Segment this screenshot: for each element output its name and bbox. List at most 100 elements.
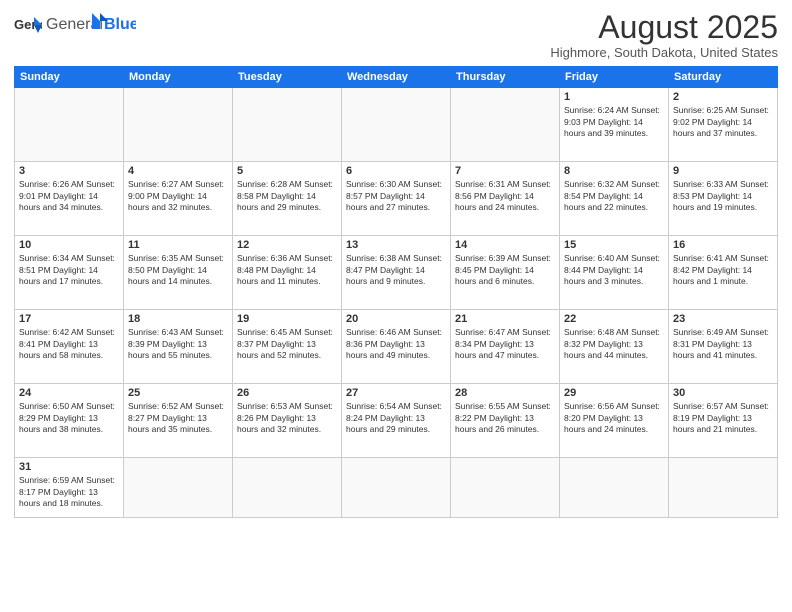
day-info: Sunrise: 6:40 AM Sunset: 8:44 PM Dayligh… bbox=[564, 253, 664, 287]
day-info: Sunrise: 6:26 AM Sunset: 9:01 PM Dayligh… bbox=[19, 179, 119, 213]
table-row: 24Sunrise: 6:50 AM Sunset: 8:29 PM Dayli… bbox=[15, 384, 124, 458]
table-row: 7 Sunrise: 6:31 AM Sunset: 8:56 PM Daylig… bbox=[451, 162, 560, 236]
day-info: Sunrise: 6:36 AM Sunset: 8:48 PM Dayligh… bbox=[237, 253, 337, 287]
table-row bbox=[124, 88, 233, 162]
col-saturday: Saturday bbox=[669, 67, 778, 88]
table-row: 5Sunrise: 6:28 AM Sunset: 8:58 PM Daylig… bbox=[233, 162, 342, 236]
day-info: Sunrise: 6:30 AM Sunset: 8:57 PM Dayligh… bbox=[346, 179, 446, 213]
day-info: Sunrise: 6:47 AM Sunset: 8:34 PM Dayligh… bbox=[455, 327, 555, 361]
day-info: Sunrise: 6:43 AM Sunset: 8:39 PM Dayligh… bbox=[128, 327, 228, 361]
table-row bbox=[233, 458, 342, 518]
table-row: 14 Sunrise: 6:39 AM Sunset: 8:45 PM Dayli… bbox=[451, 236, 560, 310]
table-row: 10 Sunrise: 6:34 AM Sunset: 8:51 PM Dayli… bbox=[15, 236, 124, 310]
day-number: 7 bbox=[455, 165, 555, 177]
table-row bbox=[669, 458, 778, 518]
day-info: Sunrise: 6:49 AM Sunset: 8:31 PM Dayligh… bbox=[673, 327, 773, 361]
table-row: 25 Sunrise: 6:52 AM Sunset: 8:27 PM Dayli… bbox=[124, 384, 233, 458]
day-number: 6 bbox=[346, 165, 446, 177]
day-number: 10 bbox=[19, 239, 119, 251]
day-number: 13 bbox=[346, 239, 446, 251]
day-number: 2 bbox=[673, 91, 773, 103]
table-row: 20 Sunrise: 6:46 AM Sunset: 8:36 PM Dayli… bbox=[342, 310, 451, 384]
day-info: Sunrise: 6:31 AM Sunset: 8:56 PM Dayligh… bbox=[455, 179, 555, 213]
table-row: 28Sunrise: 6:55 AM Sunset: 8:22 PM Dayli… bbox=[451, 384, 560, 458]
table-row: 26 Sunrise: 6:53 AM Sunset: 8:26 PM Dayli… bbox=[233, 384, 342, 458]
col-sunday: Sunday bbox=[15, 67, 124, 88]
table-row: 11 Sunrise: 6:35 AM Sunset: 8:50 PM Dayli… bbox=[124, 236, 233, 310]
day-info: Sunrise: 6:32 AM Sunset: 8:54 PM Dayligh… bbox=[564, 179, 664, 213]
table-row bbox=[124, 458, 233, 518]
day-info: Sunrise: 6:53 AM Sunset: 8:26 PM Dayligh… bbox=[237, 401, 337, 435]
day-number: 9 bbox=[673, 165, 773, 177]
day-number: 19 bbox=[237, 313, 337, 325]
day-info: Sunrise: 6:46 AM Sunset: 8:36 PM Dayligh… bbox=[346, 327, 446, 361]
table-row: 23Sunrise: 6:49 AM Sunset: 8:31 PM Dayli… bbox=[669, 310, 778, 384]
table-row: 12Sunrise: 6:36 AM Sunset: 8:48 PM Dayli… bbox=[233, 236, 342, 310]
location-title: Highmore, South Dakota, United States bbox=[550, 45, 778, 60]
day-info: Sunrise: 6:45 AM Sunset: 8:37 PM Dayligh… bbox=[237, 327, 337, 361]
day-number: 17 bbox=[19, 313, 119, 325]
month-title: August 2025 bbox=[550, 10, 778, 45]
table-row bbox=[342, 88, 451, 162]
calendar: Sunday Monday Tuesday Wednesday Thursday… bbox=[14, 66, 778, 518]
table-row bbox=[451, 458, 560, 518]
table-row: 27Sunrise: 6:54 AM Sunset: 8:24 PM Dayli… bbox=[342, 384, 451, 458]
day-number: 24 bbox=[19, 387, 119, 399]
day-info: Sunrise: 6:56 AM Sunset: 8:20 PM Dayligh… bbox=[564, 401, 664, 435]
day-info: Sunrise: 6:41 AM Sunset: 8:42 PM Dayligh… bbox=[673, 253, 773, 287]
table-row: 4 Sunrise: 6:27 AM Sunset: 9:00 PM Daylig… bbox=[124, 162, 233, 236]
day-info: Sunrise: 6:38 AM Sunset: 8:47 PM Dayligh… bbox=[346, 253, 446, 287]
day-info: Sunrise: 6:57 AM Sunset: 8:19 PM Dayligh… bbox=[673, 401, 773, 435]
table-row: 3Sunrise: 6:26 AM Sunset: 9:01 PM Daylig… bbox=[15, 162, 124, 236]
day-number: 5 bbox=[237, 165, 337, 177]
day-number: 4 bbox=[128, 165, 228, 177]
table-row: 17 Sunrise: 6:42 AM Sunset: 8:41 PM Dayli… bbox=[15, 310, 124, 384]
table-row: 31 Sunrise: 6:59 AM Sunset: 8:17 PM Dayli… bbox=[15, 458, 124, 518]
day-info: Sunrise: 6:42 AM Sunset: 8:41 PM Dayligh… bbox=[19, 327, 119, 361]
day-info: Sunrise: 6:33 AM Sunset: 8:53 PM Dayligh… bbox=[673, 179, 773, 213]
title-block: August 2025 Highmore, South Dakota, Unit… bbox=[550, 10, 778, 60]
day-info: Sunrise: 6:59 AM Sunset: 8:17 PM Dayligh… bbox=[19, 475, 119, 509]
table-row bbox=[233, 88, 342, 162]
day-number: 28 bbox=[455, 387, 555, 399]
page: General General Blue August 2025 Highmor… bbox=[0, 0, 792, 612]
day-number: 22 bbox=[564, 313, 664, 325]
day-number: 27 bbox=[346, 387, 446, 399]
day-number: 14 bbox=[455, 239, 555, 251]
table-row bbox=[451, 88, 560, 162]
svg-text:Blue: Blue bbox=[104, 16, 136, 33]
day-number: 16 bbox=[673, 239, 773, 251]
table-row: 8 Sunrise: 6:32 AM Sunset: 8:54 PM Daylig… bbox=[560, 162, 669, 236]
day-number: 25 bbox=[128, 387, 228, 399]
day-info: Sunrise: 6:24 AM Sunset: 9:03 PM Dayligh… bbox=[564, 105, 664, 139]
table-row: 19 Sunrise: 6:45 AM Sunset: 8:37 PM Dayli… bbox=[233, 310, 342, 384]
table-row: 22Sunrise: 6:48 AM Sunset: 8:32 PM Dayli… bbox=[560, 310, 669, 384]
day-info: Sunrise: 6:39 AM Sunset: 8:45 PM Dayligh… bbox=[455, 253, 555, 287]
day-number: 15 bbox=[564, 239, 664, 251]
table-row: 9 Sunrise: 6:33 AM Sunset: 8:53 PM Daylig… bbox=[669, 162, 778, 236]
table-row: 1Sunrise: 6:24 AM Sunset: 9:03 PM Daylig… bbox=[560, 88, 669, 162]
day-number: 26 bbox=[237, 387, 337, 399]
day-number: 8 bbox=[564, 165, 664, 177]
col-monday: Monday bbox=[124, 67, 233, 88]
day-info: Sunrise: 6:35 AM Sunset: 8:50 PM Dayligh… bbox=[128, 253, 228, 287]
table-row: 21 Sunrise: 6:47 AM Sunset: 8:34 PM Dayli… bbox=[451, 310, 560, 384]
day-number: 11 bbox=[128, 239, 228, 251]
logo-icon: General bbox=[14, 15, 42, 37]
day-info: Sunrise: 6:27 AM Sunset: 9:00 PM Dayligh… bbox=[128, 179, 228, 213]
day-number: 18 bbox=[128, 313, 228, 325]
table-row: 15 Sunrise: 6:40 AM Sunset: 8:44 PM Dayli… bbox=[560, 236, 669, 310]
col-thursday: Thursday bbox=[451, 67, 560, 88]
day-number: 29 bbox=[564, 387, 664, 399]
day-info: Sunrise: 6:34 AM Sunset: 8:51 PM Dayligh… bbox=[19, 253, 119, 287]
day-number: 31 bbox=[19, 461, 119, 473]
logo: General General Blue bbox=[14, 10, 136, 41]
logo-text: General Blue bbox=[46, 10, 136, 41]
table-row: 18 Sunrise: 6:43 AM Sunset: 8:39 PM Dayli… bbox=[124, 310, 233, 384]
table-row: 16 Sunrise: 6:41 AM Sunset: 8:42 PM Dayli… bbox=[669, 236, 778, 310]
table-row: 13 Sunrise: 6:38 AM Sunset: 8:47 PM Dayli… bbox=[342, 236, 451, 310]
day-number: 20 bbox=[346, 313, 446, 325]
table-row: 6 Sunrise: 6:30 AM Sunset: 8:57 PM Daylig… bbox=[342, 162, 451, 236]
day-info: Sunrise: 6:52 AM Sunset: 8:27 PM Dayligh… bbox=[128, 401, 228, 435]
day-number: 21 bbox=[455, 313, 555, 325]
